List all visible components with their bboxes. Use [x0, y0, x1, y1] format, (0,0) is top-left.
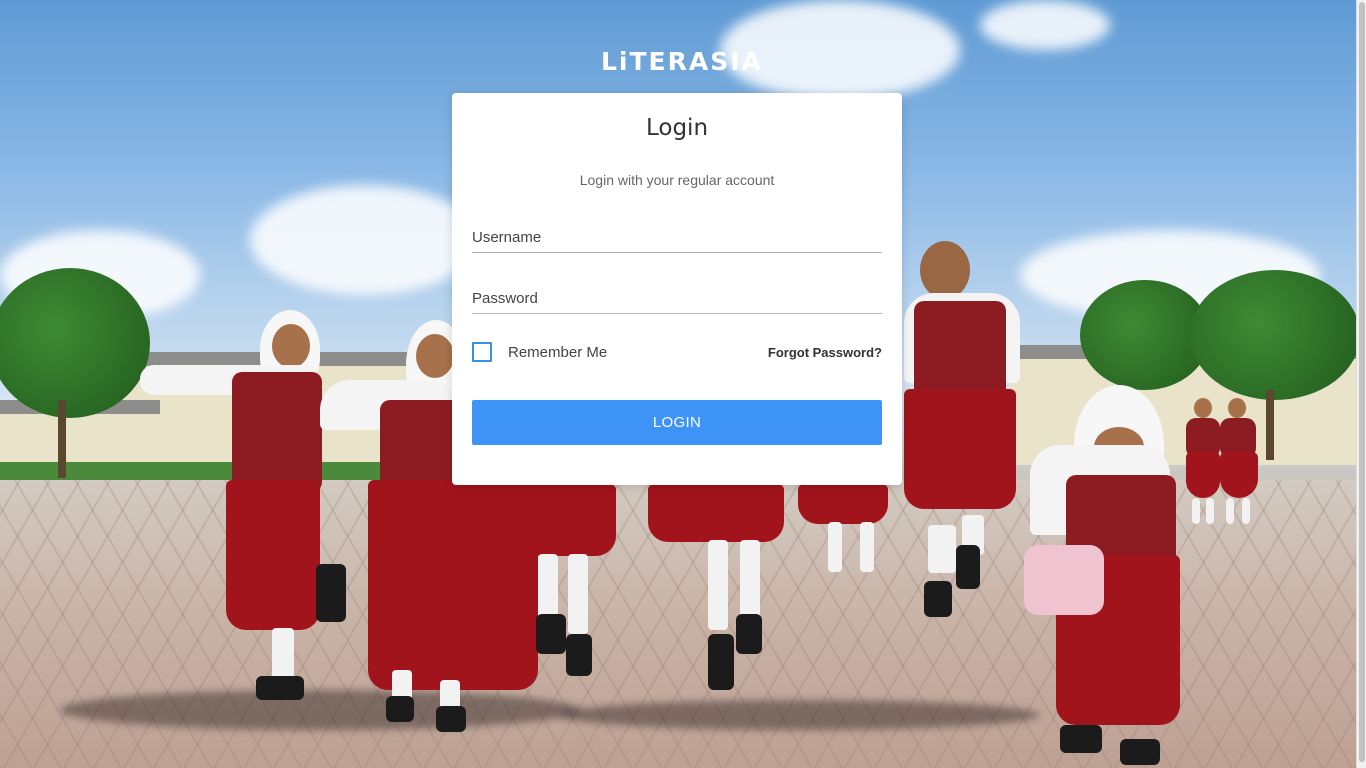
login-card: Login Login with your regular account Re… [452, 93, 902, 485]
remember-me-checkbox[interactable] [472, 342, 492, 362]
remember-me-label: Remember Me [508, 343, 608, 361]
forgot-password-link[interactable]: Forgot Password? [768, 345, 882, 360]
password-input[interactable] [472, 284, 882, 313]
login-title: Login [645, 115, 709, 141]
login-button[interactable]: LOGIN [472, 400, 882, 445]
literasia-logo: LiTERASIA [601, 47, 763, 76]
scrollbar-thumb[interactable] [1359, 2, 1365, 762]
login-subtitle: Login with your regular account [579, 172, 775, 188]
password-field [472, 284, 882, 314]
username-input[interactable] [472, 223, 882, 252]
page-scrollbar[interactable] [1356, 0, 1366, 768]
username-field [472, 223, 882, 253]
remember-me-toggle[interactable]: Remember Me [472, 342, 607, 362]
